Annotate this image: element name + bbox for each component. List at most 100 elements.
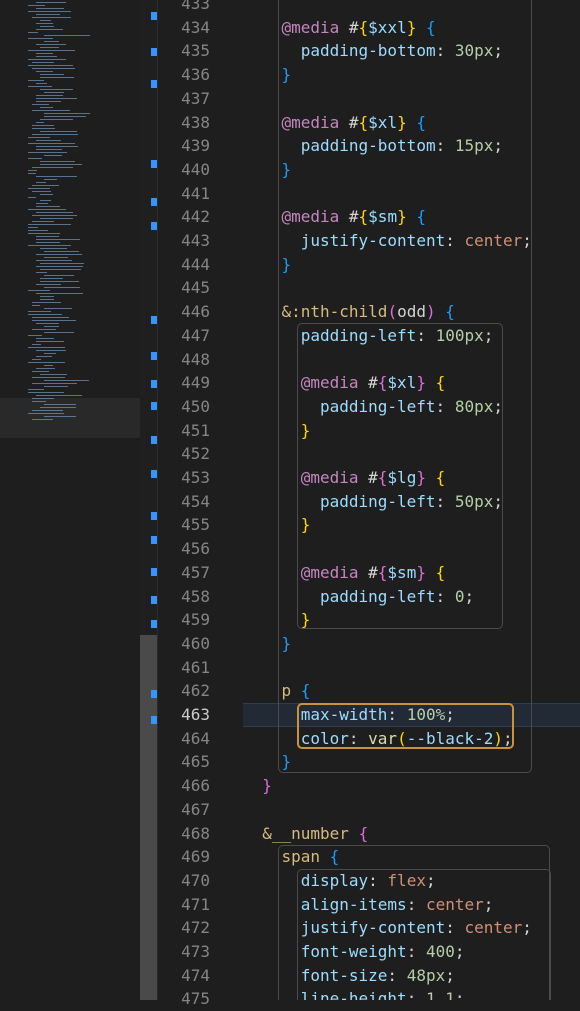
minimap-line — [36, 23, 53, 24]
line-number: 473 — [181, 942, 210, 961]
minimap-line — [28, 362, 65, 363]
line-number: 463 — [181, 705, 210, 724]
minimap-line — [32, 221, 54, 222]
minimap-line — [36, 14, 60, 15]
line-number: 436 — [181, 65, 210, 85]
minimap-line — [32, 398, 54, 399]
minimap-line — [28, 209, 66, 210]
minimap-line — [36, 284, 61, 285]
minimap-line — [32, 410, 63, 411]
scope-guide — [297, 323, 503, 629]
minimap-line — [36, 368, 55, 369]
minimap-line — [36, 98, 77, 99]
scrollbar-change-marker — [151, 380, 157, 388]
scrollbar-change-marker — [151, 48, 157, 56]
scrollbar-change-marker — [151, 80, 157, 88]
line-number: 442 — [181, 207, 210, 227]
minimap-line — [44, 251, 79, 252]
minimap-line — [28, 233, 60, 234]
minimap-line — [32, 128, 55, 129]
minimap-line — [32, 17, 71, 18]
minimap-line — [36, 236, 59, 237]
line-number: 450 — [181, 396, 210, 416]
minimap-line — [40, 281, 79, 282]
minimap-line — [28, 188, 50, 189]
line-number: 444 — [181, 254, 210, 274]
minimap-line — [28, 80, 44, 81]
line-number: 470 — [181, 870, 210, 890]
minimap-line — [36, 146, 78, 147]
minimap-line — [36, 71, 53, 72]
minimap-line — [32, 215, 77, 216]
minimap-line — [32, 383, 77, 384]
line-number-gutter: 433 434 435 436 437 438 439 440 441 442 443 444 445 4… — [158, 0, 243, 1008]
line-number: 440 — [181, 159, 210, 179]
minimap-line — [28, 137, 50, 138]
minimap-line — [40, 74, 64, 75]
scrollbar-change-marker — [151, 620, 157, 628]
minimap-line — [36, 254, 82, 255]
line-number: 475 — [181, 989, 210, 1009]
minimap-line — [28, 335, 42, 336]
minimap-line — [28, 227, 38, 228]
minimap-line — [40, 248, 67, 249]
minimap-line — [44, 326, 59, 327]
minimap-line — [40, 194, 53, 195]
line-number: 449 — [181, 373, 210, 393]
minimap-line — [40, 20, 51, 21]
code-editor[interactable]: @media #{$xxl} {padding-bottom: 30px;} @m… — [243, 0, 580, 1000]
code-line[interactable]: } — [262, 774, 272, 798]
scrollbar-change-marker — [151, 436, 157, 444]
minimap-line — [36, 56, 57, 57]
scope-guide — [297, 869, 551, 1000]
minimap-line — [32, 401, 46, 402]
scrollbar-change-marker — [151, 536, 157, 544]
minimap-line — [36, 182, 46, 183]
minimap-line — [32, 305, 40, 306]
minimap-line — [28, 38, 53, 39]
code-token: { — [358, 823, 369, 843]
minimap-line — [36, 212, 73, 213]
minimap-line — [40, 131, 77, 132]
minimap-line — [36, 176, 77, 177]
code-line[interactable]: &__number { — [262, 822, 368, 846]
line-number: 439 — [181, 136, 210, 156]
scrollbar-change-marker — [151, 470, 157, 478]
minimap-line — [28, 290, 50, 291]
scrollbar-change-marker — [151, 512, 157, 520]
minimap-line — [36, 239, 80, 240]
line-number: 453 — [181, 468, 210, 487]
scrollbar-change-marker — [151, 316, 157, 324]
minimap-line — [36, 260, 72, 261]
minimap-line — [44, 275, 74, 276]
minimap-line — [36, 101, 61, 102]
minimap-line — [36, 293, 83, 294]
minimap-line — [44, 353, 56, 354]
minimap-line — [36, 338, 54, 339]
minimap-line — [36, 44, 66, 45]
minimap-line — [40, 200, 51, 201]
minimap-line — [36, 350, 66, 351]
minimap-line — [40, 161, 75, 162]
minimap-line — [32, 317, 69, 318]
minimap-line — [32, 377, 65, 378]
line-number: 455 — [181, 515, 210, 535]
minimap-line — [32, 110, 70, 111]
minimap-line — [36, 323, 59, 324]
line-number: 446 — [181, 302, 210, 322]
minimap-line — [44, 404, 76, 405]
minimap-line — [28, 230, 48, 231]
minimap-line — [44, 41, 59, 42]
minimap-line — [28, 143, 75, 144]
minimap-line — [28, 59, 66, 60]
minimap-line — [32, 191, 51, 192]
minimap-line — [40, 374, 67, 375]
minimap-line — [28, 152, 67, 153]
scrollbar-change-marker — [151, 716, 157, 724]
line-number: 443 — [181, 231, 210, 250]
minimap-line — [36, 206, 60, 207]
line-number: 467 — [181, 799, 210, 819]
minimap-line — [32, 344, 41, 345]
vertical-scrollbar[interactable] — [140, 0, 158, 1000]
minimap[interactable] — [0, 0, 140, 1000]
